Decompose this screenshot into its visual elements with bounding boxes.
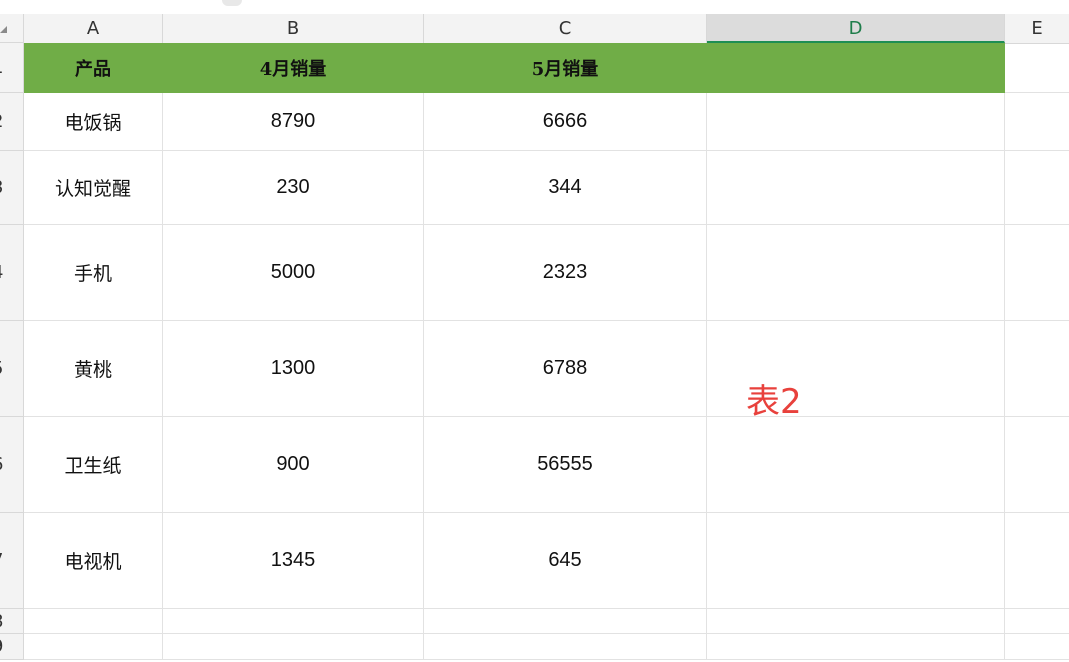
cell-d4[interactable]: [707, 225, 1005, 321]
select-all-triangle-icon: [0, 26, 7, 33]
table-cell-may[interactable]: 645: [424, 513, 707, 609]
column-header-b[interactable]: B: [163, 14, 424, 43]
table-cell-april[interactable]: 5000: [163, 225, 424, 321]
cell-e4[interactable]: [1005, 225, 1069, 321]
table-cell-product[interactable]: 电饭锅: [24, 93, 163, 151]
row-header-8[interactable]: 8: [0, 609, 24, 634]
row-header-2[interactable]: 2: [0, 93, 24, 151]
table-header-cell[interactable]: 产品: [24, 43, 163, 93]
tab-notch: [222, 0, 242, 6]
cell-d6[interactable]: [707, 417, 1005, 513]
table-header-cell-empty[interactable]: [707, 43, 1005, 93]
table-cell-product[interactable]: 黄桃: [24, 321, 163, 417]
cell-e5[interactable]: [1005, 321, 1069, 417]
column-header-c[interactable]: C: [424, 14, 707, 43]
cell-a9[interactable]: [24, 634, 163, 660]
table-cell-product[interactable]: 电视机: [24, 513, 163, 609]
cell-d9[interactable]: [707, 634, 1005, 660]
row-header-3[interactable]: 3: [0, 151, 24, 225]
select-all-corner[interactable]: [0, 14, 24, 43]
table-header-cell[interactable]: 5月销量: [424, 43, 707, 93]
row-header-9[interactable]: 9: [0, 634, 24, 660]
cell-e9[interactable]: [1005, 634, 1069, 660]
column-header-e[interactable]: E: [1005, 14, 1069, 43]
table-cell-april[interactable]: 230: [163, 151, 424, 225]
table-cell-april[interactable]: 900: [163, 417, 424, 513]
cell-e1[interactable]: [1005, 43, 1069, 93]
cell-b8[interactable]: [163, 609, 424, 634]
table-cell-may[interactable]: 2323: [424, 225, 707, 321]
cell-c8[interactable]: [424, 609, 707, 634]
table-cell-product[interactable]: 卫生纸: [24, 417, 163, 513]
cell-e2[interactable]: [1005, 93, 1069, 151]
cell-e8[interactable]: [1005, 609, 1069, 634]
cell-a8[interactable]: [24, 609, 163, 634]
table-cell-may[interactable]: 56555: [424, 417, 707, 513]
spreadsheet-sheet: A B C D E 1 2 3 4 5 6 7 8 9 产品 4月销量 5月销量…: [0, 0, 1069, 662]
table-cell-product[interactable]: 手机: [24, 225, 163, 321]
table-cell-may[interactable]: 6788: [424, 321, 707, 417]
row-header-1[interactable]: 1: [0, 43, 24, 93]
cell-e3[interactable]: [1005, 151, 1069, 225]
table-cell-april[interactable]: 1300: [163, 321, 424, 417]
cell-d8[interactable]: [707, 609, 1005, 634]
row-header-4[interactable]: 4: [0, 225, 24, 321]
column-header-a[interactable]: A: [24, 14, 163, 43]
cell-c9[interactable]: [424, 634, 707, 660]
table-cell-april[interactable]: 8790: [163, 93, 424, 151]
row-header-6[interactable]: 6: [0, 417, 24, 513]
cell-d3[interactable]: [707, 151, 1005, 225]
cell-b9[interactable]: [163, 634, 424, 660]
table-header-cell[interactable]: 4月销量: [163, 43, 424, 93]
cell-e7[interactable]: [1005, 513, 1069, 609]
toolbar-edge: [0, 0, 1069, 15]
column-header-d[interactable]: D: [707, 14, 1005, 43]
table-cell-april[interactable]: 1345: [163, 513, 424, 609]
table-cell-may[interactable]: 6666: [424, 93, 707, 151]
table-annotation-label: 表2: [746, 382, 802, 422]
cell-d7[interactable]: [707, 513, 1005, 609]
table-cell-may[interactable]: 344: [424, 151, 707, 225]
row-header-5[interactable]: 5: [0, 321, 24, 417]
cell-e6[interactable]: [1005, 417, 1069, 513]
row-header-7[interactable]: 7: [0, 513, 24, 609]
cell-d2[interactable]: [707, 93, 1005, 151]
table-cell-product[interactable]: 认知觉醒: [24, 151, 163, 225]
